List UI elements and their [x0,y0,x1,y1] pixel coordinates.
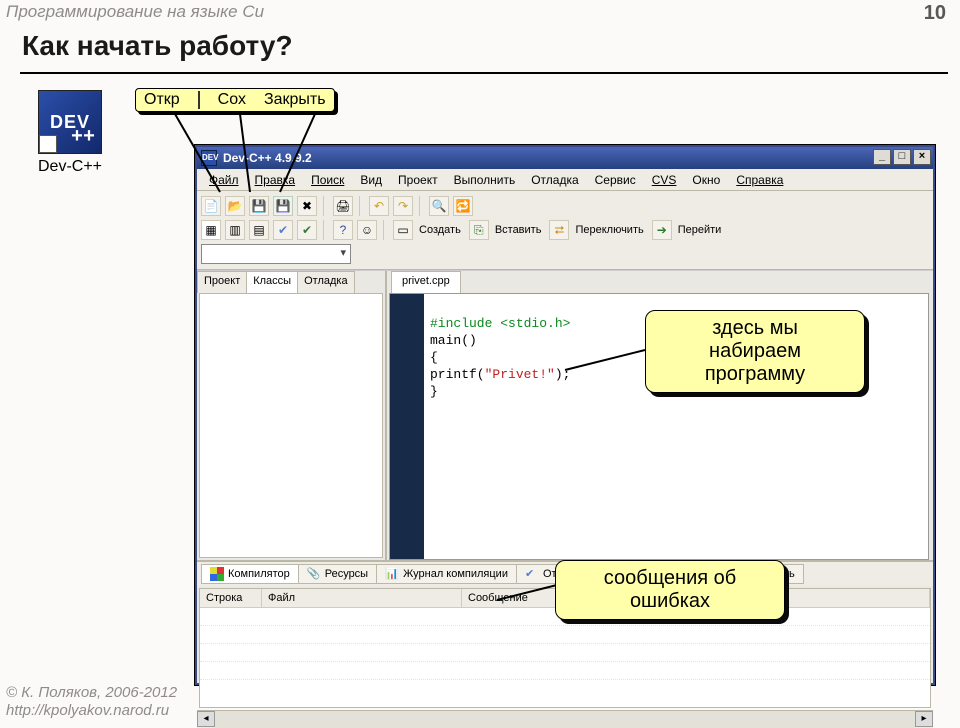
sidetab-project[interactable]: Проект [197,271,247,293]
grid-icon [210,567,224,581]
new-file-icon[interactable]: 📄 [201,196,221,216]
switch-label[interactable]: Переключить [573,224,647,236]
save-all-icon[interactable]: 💾 [273,196,293,216]
goto-label[interactable]: Перейти [676,224,726,236]
btab-compiler[interactable]: Компилятор [201,564,299,584]
close-button[interactable]: × [913,149,931,165]
callout-save: Сох [218,91,246,109]
menu-cvs[interactable]: CVS [646,171,683,189]
check-icon: ✔ [525,567,539,581]
open-file-icon[interactable]: 📂 [225,196,245,216]
close-doc-icon[interactable]: ✖ [297,196,317,216]
toolbar: 📄 📂 💾 💾 ✖ 🖨 ↶ ↷ 🔍 🔁 ▦ ▥ ▤ ✔ ✔ ? ☺ ▭ Созд [197,191,933,270]
page-number: 10 [924,2,946,25]
slide-header: Программирование на языке Си 10 [0,0,960,27]
insert-icon[interactable]: ⎘ [469,220,489,240]
menubar: Файл Правка Поиск Вид Проект Выполнить О… [197,169,933,191]
print-icon[interactable]: 🖨 [333,196,353,216]
messages-body[interactable] [200,608,930,707]
editor-gutter [390,294,424,559]
help-icon[interactable]: ? [333,220,353,240]
btab-log[interactable]: 📊Журнал компиляции [376,564,517,584]
find-icon[interactable]: 🔍 [429,196,449,216]
side-panel: Проект Классы Отладка [197,271,387,560]
course-name: Программирование на языке Си [6,2,264,25]
callout-errors: сообщения об ошибках [555,560,785,620]
menu-window[interactable]: Окно [686,171,726,189]
redo-icon[interactable]: ↷ [393,196,413,216]
devcpp-icon: DEV ++ ↗ [38,90,102,154]
menu-file[interactable]: Файл [203,171,245,189]
devcpp-shortcut[interactable]: DEV ++ ↗ Dev-C++ [38,90,102,176]
menu-view[interactable]: Вид [354,171,388,189]
col-line[interactable]: Строка [200,589,262,607]
replace-icon[interactable]: 🔁 [453,196,473,216]
menu-debug[interactable]: Отладка [525,171,584,189]
run-icon[interactable]: ▥ [225,220,245,240]
compile-run-icon[interactable]: ▤ [249,220,269,240]
compile-icon[interactable]: ▦ [201,220,221,240]
slide-footer: © К. Поляков, 2006-2012 http://kpolyakov… [6,684,177,720]
scroll-right-icon[interactable]: ▸ [915,711,933,727]
sidetab-classes[interactable]: Классы [246,271,298,293]
log-icon: 📊 [385,567,399,581]
col-file[interactable]: Файл [262,589,462,607]
resources-icon: 📎 [307,567,321,581]
create-label[interactable]: Создать [417,224,465,236]
ide-titlebar[interactable]: DEV Dev-C++ 4.9.9.2 _ □ × [197,147,933,169]
debug-icon[interactable]: ✔ [297,220,317,240]
toolbar-callouts: Откр Сох Закрыть [135,88,335,112]
about-icon[interactable]: ☺ [357,220,377,240]
rebuild-icon[interactable]: ✔ [273,220,293,240]
shortcut-label: Dev-C++ [38,158,102,176]
menu-edit[interactable]: Правка [249,171,302,189]
new-class-icon[interactable]: ▭ [393,220,413,240]
undo-icon[interactable]: ↶ [369,196,389,216]
sidetab-debug[interactable]: Отладка [297,271,354,293]
menu-service[interactable]: Сервис [589,171,642,189]
ide-app-icon: DEV [201,150,217,166]
maximize-button[interactable]: □ [893,149,911,165]
title-rule [20,72,948,74]
callout-close: Закрыть [264,91,326,109]
save-icon[interactable]: 💾 [249,196,269,216]
menu-run[interactable]: Выполнить [448,171,522,189]
switch-icon[interactable]: ⮂ [549,220,569,240]
side-panel-body[interactable] [199,293,383,558]
btab-resources[interactable]: 📎Ресурсы [298,564,377,584]
scroll-left-icon[interactable]: ◂ [197,711,215,727]
ide-title-text: Dev-C++ 4.9.9.2 [223,151,312,165]
shortcut-arrow-icon: ↗ [39,135,57,153]
menu-help[interactable]: Справка [730,171,789,189]
goto-icon[interactable]: ➔ [652,220,672,240]
horizontal-scrollbar[interactable]: ◂ ▸ [197,710,933,728]
menu-search[interactable]: Поиск [305,171,350,189]
config-dropdown[interactable] [201,244,351,264]
callout-editor: здесь мы набираем программу [645,310,865,393]
callout-open: Откр [144,91,180,109]
editor-tab-privet[interactable]: privet.cpp [391,271,461,293]
insert-label[interactable]: Вставить [493,224,546,236]
minimize-button[interactable]: _ [873,149,891,165]
slide-title: Как начать работу? [22,30,293,62]
menu-project[interactable]: Проект [392,171,444,189]
